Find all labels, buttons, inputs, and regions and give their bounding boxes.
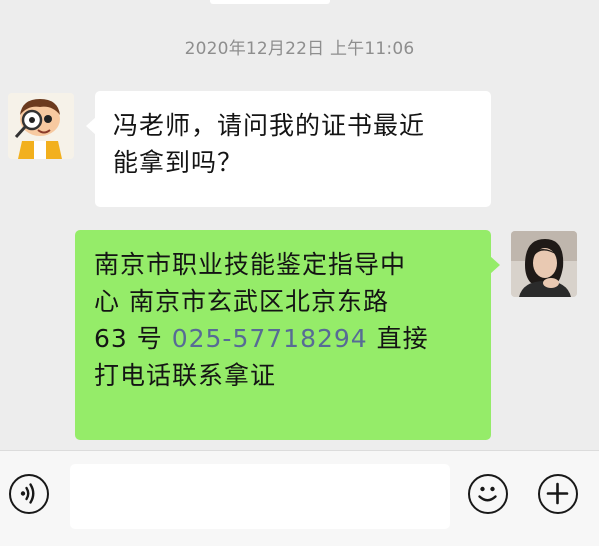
message-text-suffix: 直接 bbox=[367, 324, 429, 353]
incoming-message-bubble[interactable]: 冯老师，请问我的证书最近 能拿到吗？ bbox=[86, 91, 491, 207]
emoji-icon bbox=[478, 486, 497, 502]
outgoing-message-bubble[interactable]: 南京市职业技能鉴定指导中 心 南京市玄武区北京东路 63 号 025-57718… bbox=[75, 230, 500, 440]
address-number: 63 号 bbox=[94, 324, 172, 353]
message-line: 63 号 025-57718294 直接 bbox=[94, 320, 479, 357]
incoming-message-text: 冯老师，请问我的证书最近 能拿到吗？ bbox=[113, 107, 483, 181]
emoji-button[interactable] bbox=[468, 474, 508, 514]
woman-photo-icon bbox=[511, 231, 577, 297]
more-options-button[interactable] bbox=[538, 474, 578, 514]
previous-message-edge bbox=[0, 0, 599, 8]
message-line: 冯老师，请问我的证书最近 bbox=[113, 111, 426, 140]
phone-number-link[interactable]: 025-57718294 bbox=[172, 324, 368, 353]
bubble-tail bbox=[490, 256, 500, 274]
sender-avatar[interactable] bbox=[8, 93, 74, 159]
message-line: 能拿到吗？ bbox=[113, 148, 244, 177]
message-text-input[interactable] bbox=[70, 464, 450, 529]
voice-button[interactable] bbox=[9, 474, 49, 514]
plus-icon bbox=[546, 482, 569, 505]
outgoing-message-text: 南京市职业技能鉴定指导中 心 南京市玄武区北京东路 63 号 025-57718… bbox=[94, 246, 479, 394]
message-line: 打电话联系拿证 bbox=[94, 361, 277, 390]
message-line: 南京市职业技能鉴定指导中 bbox=[94, 250, 407, 279]
bubble-tail bbox=[86, 117, 96, 135]
voice-icon bbox=[20, 483, 35, 504]
self-avatar[interactable] bbox=[511, 231, 577, 297]
message-timestamp: 2020年12月22日 上午11:06 bbox=[184, 39, 415, 59]
cartoon-boy-magnifier-icon bbox=[8, 93, 74, 159]
message-line: 心 南京市玄武区北京东路 bbox=[94, 287, 389, 316]
